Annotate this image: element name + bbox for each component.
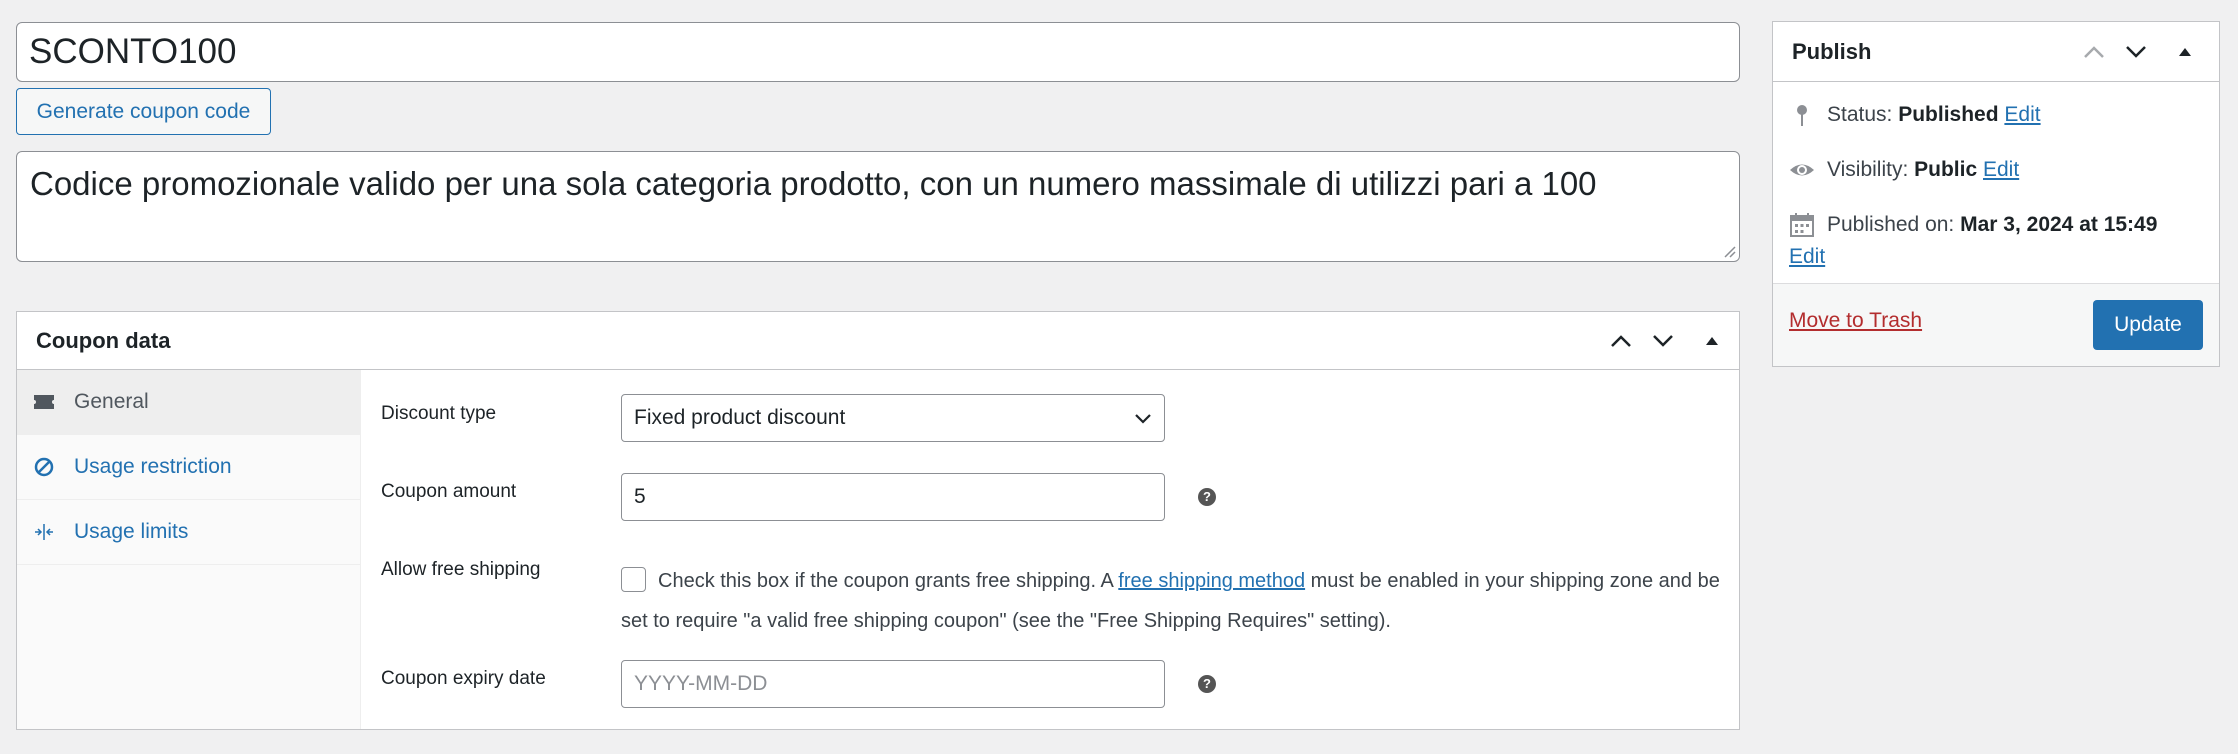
- edit-date-link[interactable]: Edit: [1789, 245, 1825, 268]
- help-tip-icon[interactable]: ?: [1198, 675, 1216, 693]
- edit-visibility-link[interactable]: Edit: [1983, 158, 2019, 181]
- coupon-code-input[interactable]: SCONTO100: [16, 22, 1740, 82]
- coupon-data-header: Coupon data: [17, 312, 1739, 370]
- chevron-down-icon: [1135, 414, 1151, 424]
- visibility-value: Public: [1914, 158, 1978, 181]
- publish-header: Publish: [1773, 22, 2219, 82]
- status-value: Published: [1898, 103, 1999, 126]
- tab-label: Usage restriction: [74, 455, 232, 478]
- publish-title: Publish: [1792, 39, 1872, 64]
- ticket-icon: [33, 391, 55, 413]
- published-on-label: Published on:: [1827, 213, 1961, 236]
- tab-general[interactable]: General: [17, 370, 360, 435]
- visibility-label: Visibility:: [1827, 158, 1915, 181]
- coupon-description-textarea[interactable]: Codice promozionale valido per una sola …: [16, 151, 1740, 262]
- calendar-icon: [1789, 212, 1815, 238]
- coupon-amount-input[interactable]: 5: [621, 473, 1165, 521]
- update-button[interactable]: Update: [2093, 300, 2203, 350]
- coupon-data-tabs: General Usage restriction Usage limits: [17, 370, 361, 729]
- collapse-toggle-icon[interactable]: [1697, 326, 1727, 356]
- general-panel: Discount type Fixed product discount Cou…: [362, 370, 1739, 729]
- coupon-description-text: Codice promozionale valido per una sola …: [30, 165, 1597, 202]
- move-to-trash-link[interactable]: Move to Trash: [1789, 309, 1922, 333]
- pin-icon: [1789, 102, 1815, 128]
- free-shipping-method-link[interactable]: free shipping method: [1118, 570, 1305, 592]
- tab-usage-restriction[interactable]: Usage restriction: [17, 435, 360, 500]
- collapse-toggle-icon[interactable]: [2170, 37, 2200, 67]
- free-shipping-label: Allow free shipping: [381, 559, 541, 580]
- visibility-row: Visibility: Public Edit: [1789, 154, 2019, 186]
- free-shipping-description: Check this box if the coupon grants free…: [621, 561, 1731, 641]
- edit-status-link[interactable]: Edit: [2004, 103, 2040, 126]
- help-tip-icon[interactable]: ?: [1198, 488, 1216, 506]
- move-down-icon[interactable]: [1648, 326, 1678, 356]
- status-row: Status: Published Edit: [1789, 99, 2041, 131]
- publish-box: Publish Status: Published Edit Visibilit…: [1772, 21, 2220, 367]
- tab-usage-limits[interactable]: Usage limits: [17, 500, 360, 565]
- discount-type-select[interactable]: Fixed product discount: [621, 394, 1165, 442]
- coupon-data-panel: Coupon data General Usage restriction Us…: [16, 311, 1740, 730]
- block-icon: [33, 456, 55, 478]
- free-shipping-text-start: Check this box if the coupon grants free…: [658, 570, 1119, 592]
- status-label: Status:: [1827, 103, 1899, 126]
- expiry-date-label: Coupon expiry date: [381, 668, 546, 689]
- coupon-data-title: Coupon data: [36, 328, 171, 353]
- move-up-icon[interactable]: [1606, 326, 1636, 356]
- resize-handle-icon[interactable]: [1722, 244, 1736, 258]
- move-up-icon[interactable]: [2079, 37, 2109, 67]
- published-on-row: Published on: Mar 3, 2024 at 15:49 Edit: [1789, 209, 2209, 273]
- tab-label: Usage limits: [74, 520, 189, 543]
- discount-type-value: Fixed product discount: [634, 406, 846, 429]
- limits-icon: [33, 521, 55, 543]
- generate-coupon-code-button[interactable]: Generate coupon code: [16, 88, 271, 135]
- eye-icon: [1789, 157, 1815, 183]
- expiry-date-input[interactable]: YYYY-MM-DD: [621, 660, 1165, 708]
- published-on-value: Mar 3, 2024 at 15:49: [1960, 213, 2158, 236]
- tab-label: General: [74, 390, 149, 413]
- discount-type-label: Discount type: [381, 403, 497, 424]
- publish-actions: Move to Trash Update: [1773, 283, 2219, 366]
- coupon-amount-label: Coupon amount: [381, 481, 517, 502]
- move-down-icon[interactable]: [2121, 37, 2151, 67]
